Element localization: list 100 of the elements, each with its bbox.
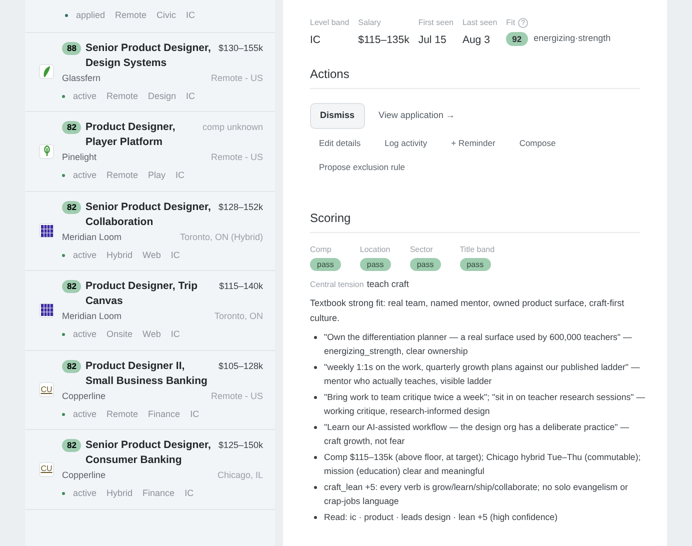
bullet-icon — [314, 456, 317, 458]
job-card[interactable]: 82 Senior Product Designer, Collaboration $128–152k Meridian Loom Toronto, ON (Hybrid) active Hybrid Web IC — [25, 192, 275, 271]
job-tag: Remote — [106, 90, 138, 103]
salary-range: comp unknown — [202, 121, 263, 134]
job-card[interactable]: CU 82 Product Designer II, Small Business Banking $105–128k Copperline Remote - US active Remote Finance IC — [25, 350, 275, 430]
job-tag: IC — [184, 487, 194, 500]
job-tag: Civic — [156, 9, 176, 22]
job-tag: Remote — [106, 169, 138, 182]
fact-label: Fit — [506, 17, 516, 29]
status-label: active — [73, 90, 97, 102]
fact-value: IC — [310, 33, 322, 47]
company-name: Meridian Loom — [62, 230, 122, 244]
status-label: active — [73, 328, 97, 341]
fact-value: Aug 3 — [462, 33, 491, 47]
company-logo: CU — [39, 462, 54, 477]
bullet-icon — [314, 516, 317, 518]
job-tag: Web — [142, 328, 161, 342]
salary-range: $130–155k — [218, 42, 263, 54]
job-location: Chicago, IL — [217, 469, 263, 482]
action-button[interactable]: + Reminder — [442, 132, 504, 154]
fit-score-badge: 92 — [506, 32, 528, 46]
job-location: Remote - US — [210, 151, 263, 164]
job-card[interactable]: CU 82 Senior Product Designer, Consumer Banking $125–150k Copperline Chicago, IL active Hybrid Finance IC — [25, 430, 275, 510]
action-button[interactable]: Propose exclusion rule — [310, 157, 414, 178]
job-tag: Onsite — [106, 328, 133, 342]
job-tag: IC — [170, 328, 180, 342]
job-location: Remote - US — [210, 390, 263, 402]
bullet-icon — [314, 336, 317, 338]
check-label: Location — [360, 244, 390, 255]
check-label: Title band — [460, 244, 495, 255]
salary-range: $105–128k — [218, 360, 263, 372]
bullet-text: "Bring work to team critique twice a week"; "sit in on teacher research sessions" — working critique, research-informed design — [324, 390, 646, 418]
job-title: Product Designer, Trip Canvas — [85, 279, 198, 309]
dismiss-button[interactable]: Dismiss — [310, 103, 365, 128]
company-name: Glassfern — [62, 72, 101, 84]
view-application-link[interactable]: View application → — [378, 109, 455, 122]
check-result-pill: pass — [310, 258, 341, 271]
job-tag: Finance — [142, 487, 175, 500]
bullet-text: "Learn our AI-assisted workflow — the design org has a deliberate practice" — craft growth, not fear — [324, 420, 630, 448]
fact-label: First seen — [418, 17, 454, 29]
action-button[interactable]: Log activity — [376, 132, 436, 154]
bullet-text: "Own the differentiation planner — a real surface used by 600,000 teachers" — energizing_strength, clear ownership — [324, 330, 633, 358]
job-title: Product Designer, Player Platform — [85, 120, 176, 150]
company-name: Meridian Loom — [62, 310, 122, 323]
bullet-icon — [314, 426, 317, 428]
bullet-text: "weekly 1:1s on the work, quarterly growth plans against our published ladder" — mentor who actually teaches, visible ladder — [324, 360, 641, 388]
fact-label: Last seen — [462, 17, 498, 29]
bullet-text: Read: ic · product · leads design · lean +5 (high confidence) — [324, 510, 558, 524]
tension-label: Central tension — [310, 279, 364, 291]
company-name: Pinelight — [62, 151, 97, 164]
job-tag: Design — [148, 90, 176, 103]
summary-text: Textbook strong fit: real team, named mentor, owned product surface, craft-first culture. — [310, 296, 626, 324]
job-title: Senior Product Designer, Consumer Banking — [85, 438, 212, 468]
job-tag: Hybrid — [106, 248, 133, 262]
check-result-pill: pass — [360, 258, 391, 271]
tree-logo-icon — [39, 144, 54, 159]
job-tag: Web — [142, 248, 161, 262]
job-tag: Play — [148, 169, 166, 182]
job-tag: Hybrid — [106, 487, 133, 500]
company-logo: CU — [39, 382, 54, 398]
job-location: Toronto, ON (Hybrid) — [180, 230, 263, 244]
job-tag: IC — [186, 90, 196, 103]
job-tag: IC — [190, 408, 200, 421]
company-name: Copperline — [62, 390, 106, 402]
check-result-pill: pass — [410, 258, 441, 271]
fit-score-badge: 82 — [62, 439, 82, 452]
salary-range: $125–150k — [218, 439, 263, 452]
fit-score-badge: 82 — [62, 121, 82, 134]
job-location: Toronto, ON — [214, 310, 263, 323]
fact-label: Salary — [358, 17, 382, 29]
job-tag: Remote — [115, 9, 147, 22]
salary-range: $128–152k — [218, 200, 263, 214]
bullet-icon — [314, 366, 317, 368]
grid-logo-icon — [39, 302, 54, 318]
action-button[interactable]: Edit details — [310, 132, 370, 154]
check-label: Sector — [410, 244, 433, 255]
job-card[interactable]: 88 Senior Product Designer, Design Systems $130–155k Glassfern Remote - US active Remote Design IC — [25, 32, 275, 112]
job-tag: Remote — [106, 408, 138, 421]
job-card[interactable]: 82 Product Designer, Player Platform comp unknown Pinelight Remote - US active Remote Play IC — [25, 112, 275, 192]
fact-value: Jul 15 — [418, 33, 448, 47]
job-title: Senior Product Designer, Design Systems — [85, 40, 212, 70]
job-location: Remote - US — [210, 72, 263, 84]
fact-value: $115–135k — [358, 33, 410, 47]
tension-value: teach craft — [366, 278, 409, 291]
fit-score-badge: 82 — [62, 360, 82, 372]
status-label: active — [73, 248, 97, 262]
salary-range: $115–140k — [219, 280, 263, 293]
job-card[interactable]: 82 Product Designer, Trip Canvas $115–140k Meridian Loom Toronto, ON active Onsite Web IC — [25, 271, 275, 350]
status-label: active — [73, 169, 97, 182]
job-tag: IC — [186, 9, 196, 22]
action-button[interactable]: Compose — [510, 132, 565, 154]
fit-note: energizing·strength — [534, 32, 611, 46]
status-label: active — [73, 487, 97, 500]
job-title: Senior Product Designer, Collaboration — [85, 200, 212, 230]
section-heading: Actions — [310, 66, 640, 89]
job-title: Product Designer II, Small Business Banking — [85, 358, 208, 388]
fit-score-badge: 82 — [62, 200, 82, 214]
status-label: applied — [76, 9, 106, 22]
leaf-logo-icon — [39, 64, 54, 80]
job-tag: Finance — [148, 408, 180, 421]
